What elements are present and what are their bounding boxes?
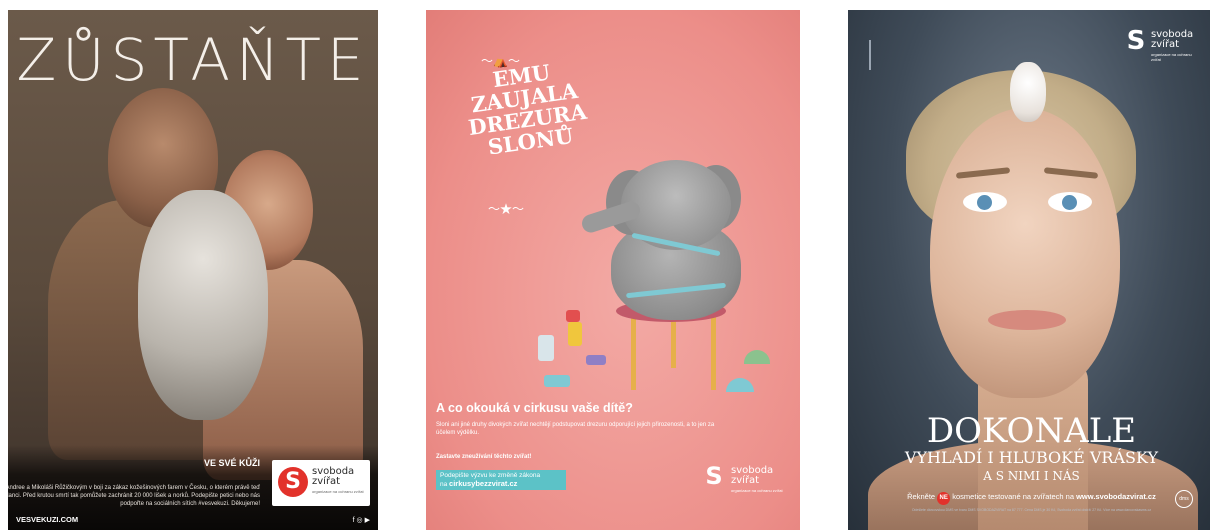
- toy-block: [544, 375, 570, 387]
- arctic-fox: [138, 190, 268, 420]
- stool-leg: [711, 315, 716, 390]
- fur-poster: ZŮSTAŇTE VE SVÉ KŮŽI Přidejte se k Andre…: [8, 10, 378, 530]
- stop-line: Zastavte zneužívání těchto zvířat!: [436, 454, 532, 460]
- circus-poster: 〜⛺〜 EMU ZAUJALA DREZURA SLONŮ 〜★〜 A co o…: [426, 10, 800, 530]
- poster-headline: ZŮSTAŇTE: [16, 26, 370, 94]
- toy-arch: [744, 350, 770, 364]
- logo-name: svoboda zvířat: [731, 466, 773, 486]
- poster-subline-2: A S NIMI I NÁS: [983, 469, 1080, 483]
- poster-headline: EMU ZAUJALA DREZURA SLONŮ: [451, 56, 602, 163]
- toy-arch: [726, 378, 754, 392]
- logo-name-line2: zvířat: [312, 476, 341, 487]
- toy-block: [568, 322, 582, 346]
- edge-mark: [869, 40, 871, 70]
- fine-print: Odešlete dárcovskou DMS ve tvaru DMS SVO…: [911, 508, 1152, 512]
- white-mouse: [1010, 62, 1046, 122]
- left-eye: [963, 192, 1007, 212]
- left-iris: [977, 195, 992, 210]
- svoboda-logo-icon: S: [278, 467, 308, 497]
- ne-badge: NE: [937, 492, 951, 505]
- logo-name-line2: zvířat: [1151, 39, 1180, 50]
- logo-name-line2: zvířat: [731, 475, 760, 486]
- logo-name: svoboda zvířat: [312, 467, 354, 487]
- question-heading: A co okouká v cirkusu vaše dítě?: [436, 401, 633, 415]
- poster-subline: VYHLADÍ I HLUBOKÉ VRÁSKY: [904, 448, 1159, 467]
- section-title: VE SVÉ KŮŽI: [203, 458, 260, 468]
- petition-url: cirkusybezzvirat.cz: [449, 479, 518, 488]
- cta-prefix: Řekněte: [907, 492, 936, 501]
- body-text: Sloni ani jiné druhy divokých zvířat nec…: [436, 422, 715, 436]
- woman-face: [930, 108, 1120, 398]
- stool-leg: [671, 318, 676, 368]
- toy-block: [586, 355, 606, 365]
- right-iris: [1062, 195, 1077, 210]
- right-eye: [1048, 192, 1092, 212]
- logo-tagline: organizace na ochranu zvířat: [731, 488, 783, 493]
- logo-name: svoboda zvířat: [1151, 30, 1193, 50]
- petition-prefix: na: [440, 481, 448, 488]
- logo-tagline: organizace na ochranu zvířat: [312, 489, 364, 494]
- petition-url-line: na cirkusybezzvirat.cz: [440, 480, 562, 489]
- campaign-url: VESVEKUZI.COM: [16, 515, 79, 524]
- cta-url: www.svobodazvirat.cz: [1076, 492, 1156, 501]
- logo-box: S svoboda zvířat organizace na ochranu z…: [272, 460, 370, 506]
- stool-leg: [631, 315, 636, 390]
- svoboda-logo-icon: S: [1126, 26, 1146, 56]
- body-text: Přidejte se k Andree a Mikoláši Růžičkov…: [8, 485, 260, 507]
- social-icons: f ◎ ▶: [352, 517, 370, 524]
- call-to-action: Řekněte NE kosmetice testované na zvířat…: [848, 492, 1210, 505]
- logo-tagline: organizace na ochranu zvířat: [1151, 52, 1192, 62]
- cosmetics-poster: S svoboda zvířat organizace na ochranu z…: [848, 10, 1210, 530]
- toy-block: [566, 310, 580, 322]
- poster-headline: DOKONALE: [926, 411, 1137, 451]
- dms-badge-icon: dms: [1175, 490, 1193, 508]
- toy-block: [538, 335, 554, 361]
- petition-box: Podepište výzvu ke změně zákona na cirku…: [436, 470, 566, 490]
- star-ornament: 〜★〜: [488, 202, 525, 216]
- lips: [988, 310, 1066, 330]
- cta-middle: kosmetice testované na zvířatech na: [952, 492, 1074, 501]
- svoboda-logo-icon: S: [705, 462, 723, 490]
